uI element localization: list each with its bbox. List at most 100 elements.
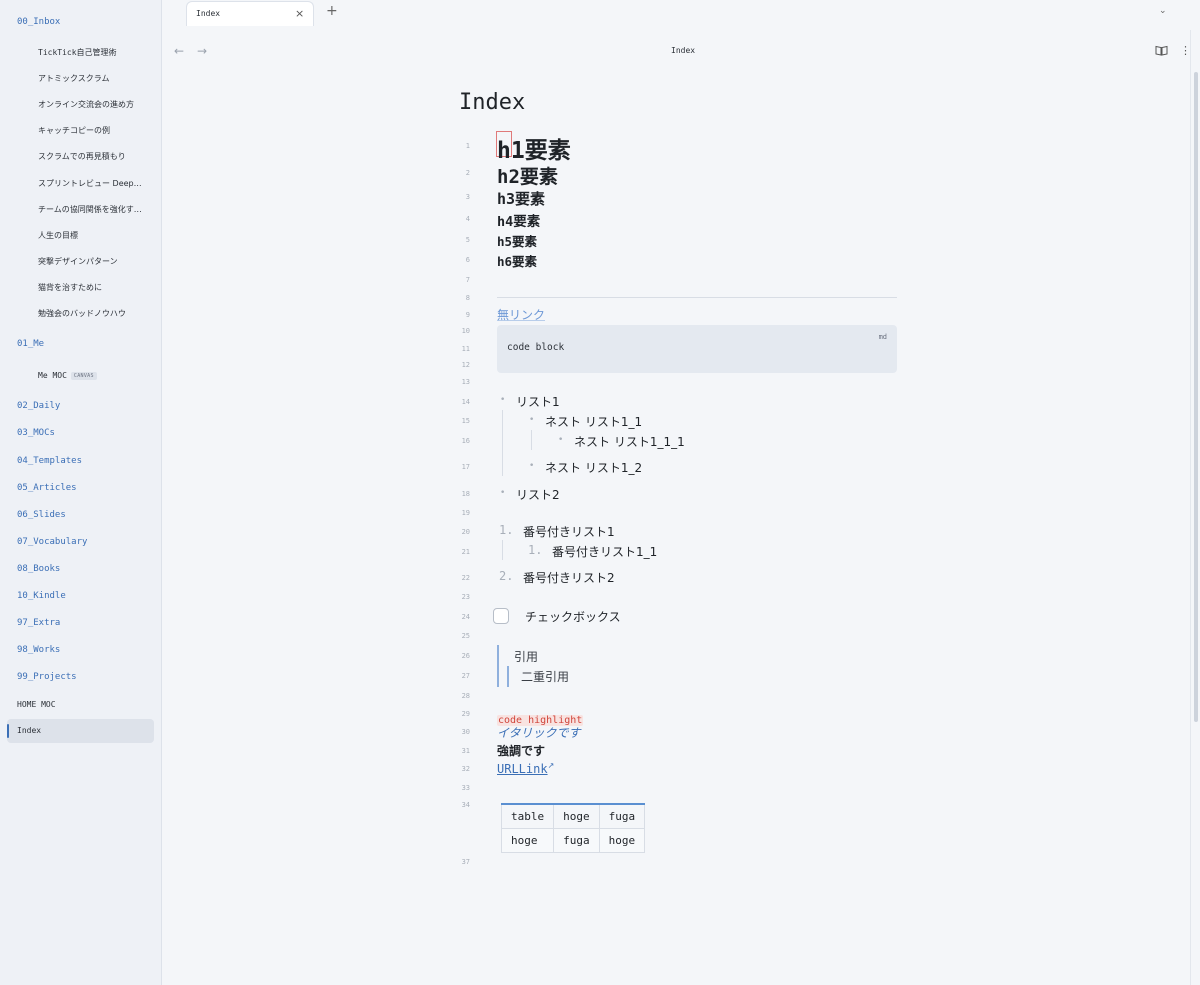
blockquote-bar <box>497 645 499 687</box>
ordered-list-item[interactable]: 番号付きリスト2 <box>523 569 615 586</box>
table-header-cell[interactable]: hoge <box>553 803 600 829</box>
file-item[interactable]: 突撃デザインパターン <box>38 256 118 267</box>
right-divider <box>1190 30 1191 985</box>
line-number: 10 <box>461 327 470 335</box>
file-item[interactable]: スクラムでの再見積もり <box>38 151 126 162</box>
line-number: 23 <box>461 593 470 601</box>
list-item-nested[interactable]: ネスト リスト1_2 <box>545 459 642 476</box>
close-icon[interactable]: × <box>295 7 304 20</box>
folder-07-vocabulary[interactable]: 07_Vocabulary <box>17 537 87 547</box>
list-item[interactable]: リスト2 <box>516 486 560 503</box>
line-number: 7 <box>465 276 470 284</box>
file-item[interactable]: チームの協同関係を強化す… <box>38 204 142 215</box>
heading-h1[interactable]: h1要素 <box>497 131 571 165</box>
line-number: 5 <box>465 236 470 244</box>
table-cell[interactable]: fuga <box>553 827 600 853</box>
ordered-number: 2. <box>499 569 514 583</box>
line-number: 32 <box>461 765 470 773</box>
add-tab-icon[interactable]: + <box>326 3 338 19</box>
canvas-badge: CANVAS <box>70 371 97 380</box>
folder-00-inbox[interactable]: 00_Inbox <box>17 17 60 27</box>
file-item[interactable]: 勉強会のバッドノウハウ <box>38 308 126 319</box>
heading-h2[interactable]: h2要素 <box>497 162 558 189</box>
note-title[interactable]: Index <box>459 90 525 115</box>
external-link[interactable]: URLLink <box>497 762 548 776</box>
horizontal-rule <box>497 297 897 298</box>
scrollbar[interactable] <box>1194 72 1198 722</box>
external-link-icon: ↗ <box>547 761 555 770</box>
back-arrow-icon[interactable]: ← <box>174 44 184 58</box>
table-row: hoge fuga hoge <box>500 827 646 853</box>
folder-05-articles[interactable]: 05_Articles <box>17 483 77 493</box>
bullet-icon: • <box>529 415 535 425</box>
nested-blockquote-text[interactable]: 二重引用 <box>521 668 569 685</box>
markdown-table[interactable]: table hoge fuga hoge fuga hoge <box>500 803 646 853</box>
list-item-nested[interactable]: ネスト リスト1_1_1 <box>574 433 685 450</box>
tab-index[interactable]: Index × <box>186 1 314 26</box>
code-block[interactable]: md code block <box>497 325 897 373</box>
line-number: 14 <box>461 398 470 406</box>
folder-04-templates[interactable]: 04_Templates <box>17 456 82 466</box>
line-number: 4 <box>465 215 470 223</box>
folder-06-slides[interactable]: 06_Slides <box>17 510 66 520</box>
heading-h5[interactable]: h5要素 <box>497 231 537 250</box>
line-number: 25 <box>461 632 470 640</box>
view-header-title[interactable]: Index <box>671 46 695 55</box>
folder-99-projects[interactable]: 99_Projects <box>17 672 77 682</box>
table-header-row: table hoge fuga <box>500 803 646 829</box>
line-number: 8 <box>465 294 470 302</box>
table-header-cell[interactable]: fuga <box>598 803 646 829</box>
active-file-indicator <box>7 724 9 738</box>
folder-02-daily[interactable]: 02_Daily <box>17 401 60 411</box>
list-item[interactable]: リスト1 <box>516 393 560 410</box>
folder-97-extra[interactable]: 97_Extra <box>17 618 60 628</box>
indent-guide <box>531 430 532 450</box>
line-number: 29 <box>461 710 470 718</box>
code-block-text: code block <box>507 342 565 353</box>
ordered-list-item[interactable]: 番号付きリスト1 <box>523 523 615 540</box>
bold-text[interactable]: 強調です <box>497 742 545 759</box>
checkbox-label[interactable]: チェックボックス <box>525 608 621 625</box>
file-item-me-moc[interactable]: Me MOC CANVAS <box>38 371 97 380</box>
indent-guide <box>502 410 503 476</box>
chevron-down-icon[interactable]: ⌄ <box>1159 6 1167 16</box>
line-number: 34 <box>461 801 470 809</box>
folder-98-works[interactable]: 98_Works <box>17 645 60 655</box>
file-item[interactable]: スプリントレビュー Deep… <box>38 178 142 189</box>
heading-h3[interactable]: h3要素 <box>497 188 545 209</box>
table-cell[interactable]: hoge <box>500 827 555 853</box>
blockquote-text[interactable]: 引用 <box>514 648 538 665</box>
line-number: 20 <box>461 528 470 536</box>
file-explorer-sidebar: 00_Inbox TickTick自己管理術 アトミックスクラム オンライン交流… <box>0 0 162 985</box>
line-number: 19 <box>461 509 470 517</box>
task-checkbox[interactable] <box>493 608 509 624</box>
table-header-cell[interactable]: table <box>500 803 555 829</box>
file-item[interactable]: 猫背を治すために <box>38 282 102 293</box>
table-cell[interactable]: hoge <box>598 827 646 853</box>
file-item-home-moc[interactable]: HOME MOC <box>17 700 56 709</box>
line-number: 33 <box>461 784 470 792</box>
file-item-index[interactable]: Index <box>17 726 41 735</box>
unresolved-link[interactable]: 無リンク <box>497 308 545 322</box>
line-number: 11 <box>461 345 470 353</box>
folder-01-me[interactable]: 01_Me <box>17 339 44 349</box>
folder-08-books[interactable]: 08_Books <box>17 564 60 574</box>
italic-text[interactable]: イタリックです <box>497 726 581 740</box>
file-item[interactable]: オンライン交流会の進め方 <box>38 99 134 110</box>
reading-view-icon[interactable] <box>1155 45 1168 56</box>
file-item[interactable]: TickTick自己管理術 <box>38 47 117 58</box>
ordered-list-item[interactable]: 番号付きリスト1_1 <box>552 543 657 560</box>
heading-h4[interactable]: h4要素 <box>497 210 540 230</box>
list-item-nested[interactable]: ネスト リスト1_1 <box>545 413 642 430</box>
file-item[interactable]: 人生の目標 <box>38 230 78 241</box>
heading-h6[interactable]: h6要素 <box>497 251 537 270</box>
line-number: 16 <box>461 437 470 445</box>
forward-arrow-icon[interactable]: → <box>197 44 207 58</box>
ordered-number: 1. <box>528 543 543 557</box>
file-item[interactable]: キャッチコピーの例 <box>38 125 110 136</box>
file-item[interactable]: アトミックスクラム <box>38 73 110 84</box>
line-number: 6 <box>465 256 470 264</box>
line-number: 27 <box>461 672 470 680</box>
folder-03-mocs[interactable]: 03_MOCs <box>17 428 55 438</box>
folder-10-kindle[interactable]: 10_Kindle <box>17 591 66 601</box>
